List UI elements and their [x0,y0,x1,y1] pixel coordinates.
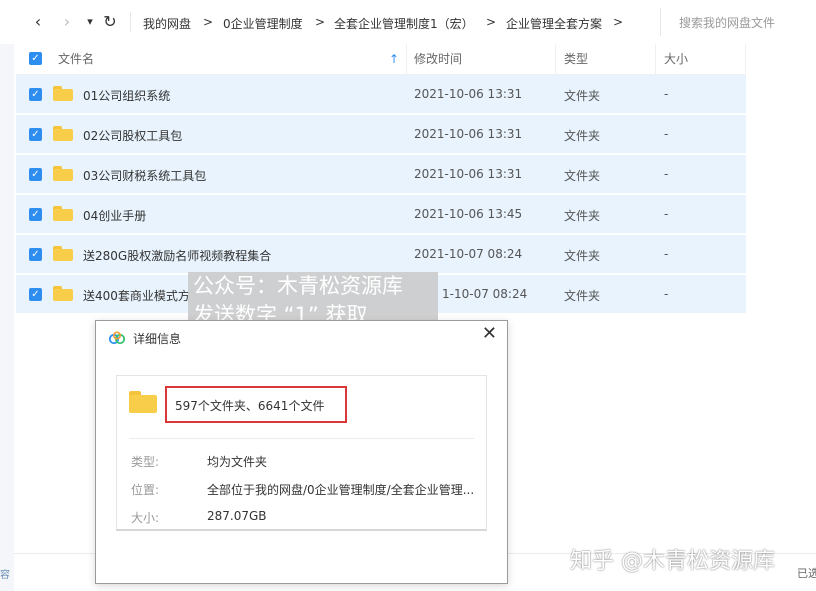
promo-watermark-line1: 公众号：木青松资源库 [193,274,403,298]
folder-icon [53,86,73,101]
file-type: 文件夹 [564,249,601,263]
breadcrumb-item[interactable]: 0企业管理制度 [223,15,303,32]
file-size: - [664,247,669,261]
item-count-highlight: 597个文件夹、6641个文件 [165,386,347,423]
size-value: 287.07GB [207,509,267,523]
type-value: 均为文件夹 [207,455,268,469]
top-toolbar: ‹ › ▾ ↻ 我的网盘 > 0企业管理制度 > 全套企业管理制度1（宏） > … [0,0,816,44]
sort-asc-icon[interactable]: ↑ [389,44,399,74]
table-row[interactable]: ✓ 送280G股权激励名师视频教程集合 2021-10-07 08:24 文件夹… [16,235,746,273]
column-size[interactable]: 大小 [656,44,746,74]
folder-icon [53,126,73,141]
toolbar-divider [130,12,131,32]
file-type: 文件夹 [564,289,601,303]
table-row[interactable]: ✓ 04创业手册 2021-10-06 13:45 文件夹 - [16,195,746,233]
table-row[interactable]: ✓ 01公司组织系统 2021-10-06 13:31 文件夹 - [16,75,746,113]
file-name[interactable]: 03公司财税系统工具包 [83,167,206,184]
item-count: 597个文件夹、6641个文件 [175,399,325,413]
search-input[interactable] [677,9,816,37]
modified-time: 1-10-07 08:24 [442,287,528,301]
row-checkbox[interactable]: ✓ [29,88,42,101]
sidebar-edge: 容 [0,44,14,591]
file-type: 文件夹 [564,209,601,223]
breadcrumb-item-current[interactable]: 企业管理全套方案 [506,15,602,32]
sidebar-edge-text: 容 [0,570,10,581]
row-checkbox[interactable]: ✓ [29,208,42,221]
file-name[interactable]: 送400套商业模式方 [83,287,190,304]
file-size: - [664,287,669,301]
file-name[interactable]: 04创业手册 [83,207,146,224]
back-icon[interactable]: ‹ [28,12,48,32]
row-checkbox[interactable]: ✓ [29,248,42,261]
folder-icon [53,286,73,301]
row-checkbox[interactable]: ✓ [29,168,42,181]
column-time-label: 修改时间 [414,52,463,66]
file-type: 文件夹 [564,169,601,183]
modified-time: 2021-10-06 13:31 [414,127,523,141]
dialog-title: 详细信息 [133,332,182,346]
baidu-netdisk-logo-icon [108,331,126,345]
breadcrumb-separator: > [315,15,326,29]
column-name-label: 文件名 [58,52,95,66]
file-size: - [664,87,669,101]
modified-time: 2021-10-06 13:45 [414,207,523,221]
file-size: - [664,167,669,181]
details-divider [129,438,474,439]
close-icon[interactable]: ✕ [482,323,497,344]
table-row[interactable]: ✓ 02公司股权工具包 2021-10-06 13:31 文件夹 - [16,115,746,153]
column-type-label: 类型 [564,52,589,66]
breadcrumb-separator: > [203,15,214,29]
folder-icon [129,391,157,413]
breadcrumb-separator: > [613,15,624,29]
details-panel: 597个文件夹、6641个文件 类型: 均为文件夹 位置: 全部位于我的网盘/0… [116,375,487,531]
zhihu-watermark: 知乎 @木青松资源库 [570,549,775,574]
row-checkbox[interactable]: ✓ [29,128,42,141]
modified-time: 2021-10-06 13:31 [414,87,523,101]
size-label: 大小: [131,511,160,525]
file-name[interactable]: 01公司组织系统 [83,87,170,104]
modified-time: 2021-10-07 08:24 [414,247,523,261]
location-label: 位置: [131,483,160,497]
history-dropdown-icon[interactable]: ▾ [80,12,100,32]
type-label: 类型: [131,455,160,469]
selection-status: 已选 [797,567,816,580]
column-name[interactable]: 文件名 ↑ [16,44,407,74]
breadcrumb-separator: > [486,15,497,29]
row-checkbox[interactable]: ✓ [29,288,42,301]
file-list-header: ✓ 文件名 ↑ 修改时间 类型 大小 [16,44,746,75]
file-type: 文件夹 [564,129,601,143]
file-name[interactable]: 02公司股权工具包 [83,127,182,144]
refresh-icon[interactable]: ↻ [100,12,120,32]
breadcrumb-item-root[interactable]: 我的网盘 [143,15,191,32]
file-size: - [664,207,669,221]
details-dialog: 详细信息 ✕ 597个文件夹、6641个文件 类型: 均为文件夹 位置: 全部位… [95,320,508,584]
column-size-label: 大小 [664,52,689,66]
folder-icon [53,246,73,261]
column-time[interactable]: 修改时间 [406,44,556,74]
folder-icon [53,166,73,181]
location-value: 全部位于我的网盘/0企业管理制度/全套企业管理... [207,483,475,497]
modified-time: 2021-10-06 13:31 [414,167,523,181]
column-type[interactable]: 类型 [556,44,656,74]
file-size: - [664,127,669,141]
search-box [660,8,816,37]
table-row[interactable]: ✓ 03公司财税系统工具包 2021-10-06 13:31 文件夹 - [16,155,746,193]
breadcrumb-item[interactable]: 全套企业管理制度1（宏） [334,15,474,32]
folder-icon [53,206,73,221]
file-type: 文件夹 [564,89,601,103]
forward-icon[interactable]: › [57,12,77,32]
file-name[interactable]: 送280G股权激励名师视频教程集合 [83,247,271,264]
